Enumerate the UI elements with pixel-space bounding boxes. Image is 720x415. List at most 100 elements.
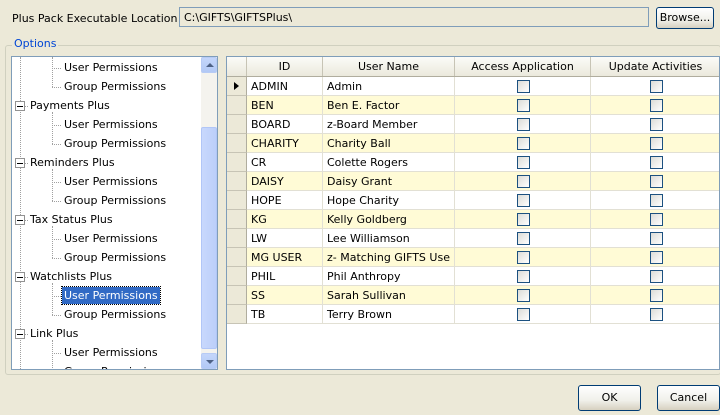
cell-access-application[interactable] <box>455 267 591 286</box>
cell-id[interactable]: MG USER <box>247 248 323 267</box>
collapse-minus-icon[interactable] <box>15 215 25 225</box>
table-row[interactable]: CR Colette Rogers <box>227 153 719 172</box>
tree-child-item[interactable]: User Permissions <box>12 173 202 192</box>
tree-child-item[interactable]: User Permissions <box>12 230 202 249</box>
tree-child-item[interactable]: Group Permissions <box>12 78 202 97</box>
cell-update-activities[interactable] <box>591 191 719 210</box>
access-application-checkbox[interactable] <box>517 251 530 264</box>
cell-id[interactable]: KG <box>247 210 323 229</box>
cell-id[interactable]: HOPE <box>247 191 323 210</box>
cell-id[interactable]: BOARD <box>247 115 323 134</box>
cell-update-activities[interactable] <box>591 115 719 134</box>
cell-access-application[interactable] <box>455 134 591 153</box>
tree-node[interactable]: Reminders Plus <box>12 154 202 173</box>
cell-id[interactable]: SS <box>247 286 323 305</box>
current-row-indicator[interactable] <box>227 77 247 96</box>
update-activities-checkbox[interactable] <box>650 118 663 131</box>
update-activities-checkbox[interactable] <box>650 270 663 283</box>
collapse-minus-icon[interactable] <box>15 329 25 339</box>
row-header[interactable] <box>227 96 247 115</box>
permissions-grid[interactable]: ID User Name Access Application Update A… <box>226 56 720 370</box>
cell-id[interactable]: CR <box>247 153 323 172</box>
update-activities-checkbox[interactable] <box>650 251 663 264</box>
column-header-update-activities[interactable]: Update Activities <box>591 57 719 76</box>
cancel-button[interactable]: Cancel <box>657 385 720 411</box>
table-row[interactable]: CHARITY Charity Ball <box>227 134 719 153</box>
tree-child-item[interactable]: User Permissions <box>12 344 202 363</box>
cell-id[interactable]: PHIL <box>247 267 323 286</box>
cell-access-application[interactable] <box>455 248 591 267</box>
tree-child-item[interactable]: Group Permissions <box>12 363 202 369</box>
access-application-checkbox[interactable] <box>517 175 530 188</box>
access-application-checkbox[interactable] <box>517 270 530 283</box>
cell-access-application[interactable] <box>455 229 591 248</box>
ok-button[interactable]: OK <box>578 385 641 411</box>
table-row[interactable]: BEN Ben E. Factor <box>227 96 719 115</box>
tree-child-item[interactable]: User Permissions <box>12 286 202 306</box>
column-header-id[interactable]: ID <box>247 57 323 76</box>
update-activities-checkbox[interactable] <box>650 232 663 245</box>
cell-update-activities[interactable] <box>591 229 719 248</box>
update-activities-checkbox[interactable] <box>650 156 663 169</box>
cell-user-name[interactable]: Hope Charity <box>323 191 455 210</box>
cell-id[interactable]: TB <box>247 305 323 324</box>
cell-user-name[interactable]: Admin <box>323 77 455 96</box>
browse-button[interactable]: Browse... <box>656 7 714 29</box>
cell-id[interactable]: BEN <box>247 96 323 115</box>
cell-access-application[interactable] <box>455 172 591 191</box>
options-tree[interactable]: User Permissions Group Permissions Payment… <box>11 56 218 370</box>
collapse-minus-icon[interactable] <box>15 101 25 111</box>
cell-user-name[interactable]: Daisy Grant <box>323 172 455 191</box>
cell-id[interactable]: ADMIN <box>247 77 323 96</box>
table-row[interactable]: MG USER z- Matching GIFTS Use <box>227 248 719 267</box>
table-row[interactable]: HOPE Hope Charity <box>227 191 719 210</box>
cell-user-name[interactable]: Sarah Sullivan <box>323 286 455 305</box>
tree-scrollbar[interactable] <box>201 57 217 369</box>
update-activities-checkbox[interactable] <box>650 194 663 207</box>
cell-id[interactable]: CHARITY <box>247 134 323 153</box>
table-row[interactable]: LW Lee Williamson <box>227 229 719 248</box>
cell-update-activities[interactable] <box>591 210 719 229</box>
row-header[interactable] <box>227 248 247 267</box>
tree-child-item[interactable]: User Permissions <box>12 59 202 78</box>
column-header-user-name[interactable]: User Name <box>323 57 455 76</box>
location-field[interactable]: C:\GIFTS\GIFTSPlus\ <box>179 7 649 27</box>
row-header[interactable] <box>227 191 247 210</box>
cell-user-name[interactable]: Colette Rogers <box>323 153 455 172</box>
access-application-checkbox[interactable] <box>517 156 530 169</box>
row-header[interactable] <box>227 305 247 324</box>
cell-update-activities[interactable] <box>591 153 719 172</box>
cell-update-activities[interactable] <box>591 96 719 115</box>
cell-user-name[interactable]: Kelly Goldberg <box>323 210 455 229</box>
row-header[interactable] <box>227 229 247 248</box>
tree-node[interactable]: Link Plus <box>12 325 202 344</box>
cell-access-application[interactable] <box>455 153 591 172</box>
row-header[interactable] <box>227 210 247 229</box>
cell-user-name[interactable]: Charity Ball <box>323 134 455 153</box>
cell-update-activities[interactable] <box>591 77 719 96</box>
row-header[interactable] <box>227 267 247 286</box>
access-application-checkbox[interactable] <box>517 232 530 245</box>
update-activities-checkbox[interactable] <box>650 308 663 321</box>
cell-update-activities[interactable] <box>591 134 719 153</box>
cell-access-application[interactable] <box>455 115 591 134</box>
tree-child-item[interactable]: Group Permissions <box>12 135 202 154</box>
cell-user-name[interactable]: Phil Anthropy <box>323 267 455 286</box>
table-row[interactable]: KG Kelly Goldberg <box>227 210 719 229</box>
cell-access-application[interactable] <box>455 191 591 210</box>
tree-node[interactable]: Tax Status Plus <box>12 211 202 230</box>
cell-access-application[interactable] <box>455 96 591 115</box>
update-activities-checkbox[interactable] <box>650 99 663 112</box>
update-activities-checkbox[interactable] <box>650 80 663 93</box>
collapse-minus-icon[interactable] <box>15 272 25 282</box>
row-header[interactable] <box>227 286 247 305</box>
table-row[interactable]: SS Sarah Sullivan <box>227 286 719 305</box>
table-row[interactable]: TB Terry Brown <box>227 305 719 324</box>
row-header[interactable] <box>227 134 247 153</box>
update-activities-checkbox[interactable] <box>650 175 663 188</box>
cell-access-application[interactable] <box>455 286 591 305</box>
collapse-minus-icon[interactable] <box>15 158 25 168</box>
access-application-checkbox[interactable] <box>517 289 530 302</box>
cell-update-activities[interactable] <box>591 305 719 324</box>
access-application-checkbox[interactable] <box>517 118 530 131</box>
